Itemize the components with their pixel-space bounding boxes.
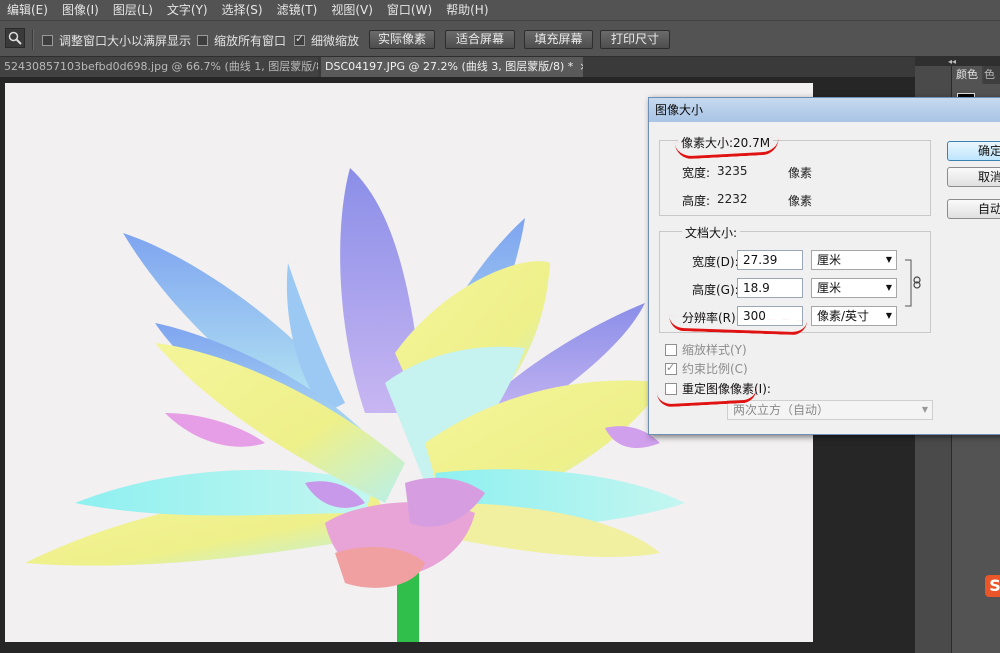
pixel-height-label: 高度: <box>682 194 711 208</box>
collapse-panel-icon[interactable]: ◂◂ <box>915 57 1000 66</box>
resize-window-checkbox[interactable]: 调整窗口大小以满屏显示 <box>42 32 191 49</box>
constrain-proportions-checkbox[interactable]: 约束比例(C) <box>665 360 748 377</box>
menu-type[interactable]: 文字(Y) <box>160 0 215 20</box>
document-size-legend: 文档大小: <box>682 224 741 241</box>
tab-document-1-label: 52430857103befbd0d698.jpg @ 66.7% (曲线 1,… <box>4 60 318 73</box>
scrubby-zoom-label: 细微缩放 <box>311 34 360 48</box>
doc-height-label: 高度(G): <box>692 283 739 297</box>
menu-image[interactable]: 图像(I) <box>55 0 106 20</box>
tab-color[interactable]: 颜色 <box>952 66 982 84</box>
resample-method-value: 两次立方（自动） <box>733 403 830 417</box>
doc-height-unit-value: 厘米 <box>817 281 842 295</box>
actual-pixels-button[interactable]: 实际像素 <box>369 30 435 49</box>
document-tabs: 52430857103befbd0d698.jpg @ 66.7% (曲线 1,… <box>0 57 915 77</box>
pixel-width-value: 3235 <box>717 164 748 178</box>
zoom-tool-preset[interactable] <box>5 28 25 48</box>
checkbox-box-checked <box>294 32 305 46</box>
menu-layer[interactable]: 图层(L) <box>106 0 160 20</box>
scale-styles-label: 缩放样式(Y) <box>682 343 747 357</box>
close-icon[interactable]: × <box>579 60 583 73</box>
menu-edit[interactable]: 编辑(E) <box>0 0 55 20</box>
pixel-height-value: 2232 <box>717 192 748 206</box>
dropdown-arrow-icon: ▼ <box>885 283 892 292</box>
menu-window[interactable]: 窗口(W) <box>380 0 439 20</box>
doc-height-unit-select[interactable]: 厘米 ▼ <box>811 278 897 298</box>
pixel-width-unit: 像素 <box>788 166 813 180</box>
resize-window-label: 调整窗口大小以满屏显示 <box>59 34 192 48</box>
options-bar: 调整窗口大小以满屏显示 缩放所有窗口 细微缩放 实际像素 适合屏幕 填充屏幕 打… <box>0 20 1000 57</box>
doc-width-input[interactable]: 27.39 <box>737 250 803 270</box>
cancel-button[interactable]: 取消 <box>947 167 1000 187</box>
ime-logo-icon: S <box>985 575 1000 597</box>
menu-view[interactable]: 视图(V) <box>324 0 380 20</box>
options-separator <box>32 29 34 50</box>
resample-method-select[interactable]: 两次立方（自动） ▼ <box>727 400 933 420</box>
checkbox-box <box>665 343 677 356</box>
menu-select[interactable]: 选择(S) <box>215 0 270 20</box>
print-size-button[interactable]: 打印尺寸 <box>600 30 670 49</box>
auto-button[interactable]: 自动(A)... <box>947 199 1000 219</box>
menu-help[interactable]: 帮助(H) <box>439 0 495 20</box>
fit-screen-button[interactable]: 适合屏幕 <box>445 30 515 49</box>
image-size-dialog: 图像大小 像素大小:20.7M 宽度: 3235 像素 高度: 2232 像素 … <box>648 97 1000 435</box>
ok-button[interactable]: 确定 <box>947 141 1000 161</box>
zoom-all-windows-label: 缩放所有窗口 <box>214 34 287 48</box>
dropdown-arrow-icon: ▼ <box>885 311 892 320</box>
doc-width-unit-select[interactable]: 厘米 ▼ <box>811 250 897 270</box>
constrain-proportions-label: 约束比例(C) <box>682 362 748 376</box>
scale-styles-checkbox[interactable]: 缩放样式(Y) <box>665 341 747 358</box>
tab-document-2[interactable]: DSC04197.JPG @ 27.2% (曲线 3, 图层蒙版/8) * × <box>321 57 583 77</box>
scrubby-zoom-checkbox[interactable]: 细微缩放 <box>294 32 359 49</box>
menu-filter[interactable]: 滤镜(T) <box>270 0 325 20</box>
doc-width-unit-value: 厘米 <box>817 253 842 267</box>
tab-document-1[interactable]: 52430857103befbd0d698.jpg @ 66.7% (曲线 1,… <box>0 57 318 77</box>
checkbox-box <box>197 35 208 46</box>
zoom-icon <box>8 31 22 45</box>
dropdown-arrow-icon: ▼ <box>921 405 928 414</box>
tab-swatches[interactable]: 色 <box>984 66 1000 84</box>
resolution-unit-select[interactable]: 像素/英寸 ▼ <box>811 306 897 326</box>
resolution-unit-value: 像素/英寸 <box>817 309 870 323</box>
doc-width-label: 宽度(D): <box>692 255 739 269</box>
checkbox-box <box>42 35 53 46</box>
dropdown-arrow-icon: ▼ <box>885 255 892 264</box>
fill-screen-button[interactable]: 填充屏幕 <box>524 30 593 49</box>
tab-document-2-label: DSC04197.JPG @ 27.2% (曲线 3, 图层蒙版/8) * <box>325 60 574 73</box>
doc-height-input[interactable]: 18.9 <box>737 278 803 298</box>
zoom-all-windows-checkbox[interactable]: 缩放所有窗口 <box>197 32 286 49</box>
pixel-width-label: 宽度: <box>682 166 711 180</box>
menu-bar: 编辑(E) 图像(I) 图层(L) 文字(Y) 选择(S) 滤镜(T) 视图(V… <box>0 0 1000 20</box>
checkbox-box-checked <box>665 361 677 375</box>
dialog-title: 图像大小 <box>649 98 1000 122</box>
pixel-height-unit: 像素 <box>788 194 813 208</box>
link-chain-icon <box>905 259 921 307</box>
